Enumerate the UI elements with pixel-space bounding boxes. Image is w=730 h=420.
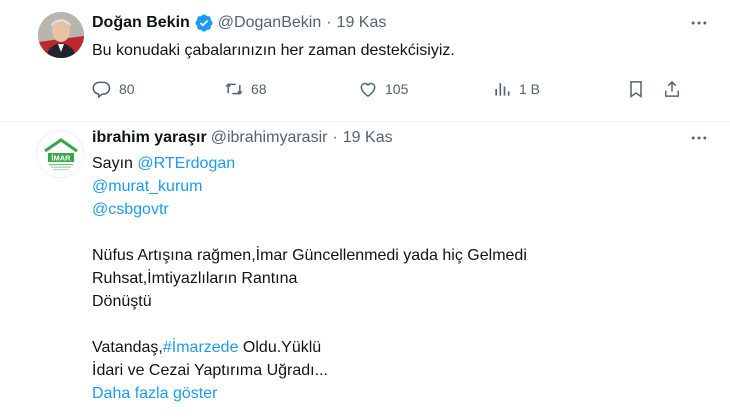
author-name[interactable]: Doğan Bekin: [92, 14, 190, 32]
views-icon: [495, 83, 510, 96]
views-button[interactable]: 1 B: [492, 78, 540, 100]
bookmark-icon: [630, 81, 642, 98]
like-icon: [360, 82, 376, 97]
avatar-logo-text: İMAR: [51, 154, 71, 163]
bookmark-button[interactable]: [626, 78, 646, 100]
text-line: Dönüştü: [92, 293, 152, 310]
like-button[interactable]: 105: [358, 78, 408, 100]
retweet-button[interactable]: 68: [224, 78, 267, 100]
more-options-icon[interactable]: [688, 127, 710, 149]
mention-link[interactable]: @csbgovtr: [92, 201, 169, 218]
separator-dot: ·: [332, 129, 338, 146]
more-options-icon[interactable]: [688, 12, 710, 34]
tweet-text: Sayın @RTErdogan @murat_kurum @csbgovtr …: [92, 152, 527, 405]
text-line: İdari ve Cezai Yaptırıma Uğradı...: [92, 362, 328, 379]
reply-icon: [92, 81, 111, 99]
text-line: Daha fazla göster: [92, 382, 527, 405]
text-line: Nüfus Artışına rağmen,İmar Güncellenmedi…: [92, 247, 527, 264]
retweet-count: 68: [251, 81, 267, 97]
text-line: Sayın @RTErdogan: [92, 152, 527, 175]
tweet-text: Bu konudaki çabalarınızın her zaman dest…: [92, 42, 455, 59]
author-handle[interactable]: @DoganBekin: [218, 14, 321, 32]
reply-button[interactable]: 80: [92, 78, 135, 100]
hashtag-link[interactable]: #İmarzede: [163, 339, 239, 356]
reply-count: 80: [119, 81, 135, 97]
timestamp[interactable]: 19 Kas: [337, 14, 387, 32]
share-icon: [665, 80, 679, 97]
text-fragment: Vatandaş,: [92, 339, 163, 356]
text-fragment: Oldu.Yüklü: [238, 339, 322, 356]
tweet-1[interactable]: Doğan Bekin @DoganBekin · 19 Kas Bu konu…: [0, 0, 730, 122]
mention-link[interactable]: @murat_kurum: [92, 178, 203, 195]
tweet-header: ibrahim yaraşır @ibrahimyarasir · 19 Kas: [92, 127, 393, 149]
timestamp[interactable]: 19 Kas: [343, 129, 393, 147]
text-line: @csbgovtr: [92, 198, 527, 221]
share-button[interactable]: [662, 78, 682, 100]
imar-logo-icon: İMAR: [37, 131, 83, 177]
salutation: Sayın: [92, 155, 138, 172]
mention-link[interactable]: @RTErdogan: [137, 155, 235, 172]
author-name[interactable]: ibrahim yaraşır: [92, 129, 207, 147]
text-line: @murat_kurum: [92, 175, 527, 198]
show-more-link[interactable]: Daha fazla göster: [92, 385, 217, 402]
tweet-actions: 80 68 105 1 B: [92, 78, 702, 100]
views-count: 1 B: [519, 81, 541, 97]
verified-badge-icon: [194, 13, 214, 33]
avatar[interactable]: İMAR: [36, 130, 84, 178]
avatar-photo: [38, 12, 84, 58]
like-count: 105: [385, 81, 409, 97]
retweet-icon: [225, 83, 243, 95]
avatar[interactable]: [38, 12, 84, 58]
text-line: Ruhsat,İmtiyazlıların Rantına: [92, 270, 298, 287]
text-line: Vatandaş,#İmarzede Oldu.Yüklü: [92, 336, 527, 359]
separator-dot: ·: [326, 14, 332, 31]
tweet-header: Doğan Bekin @DoganBekin · 19 Kas: [92, 12, 386, 34]
author-handle[interactable]: @ibrahimyarasir: [211, 129, 328, 147]
